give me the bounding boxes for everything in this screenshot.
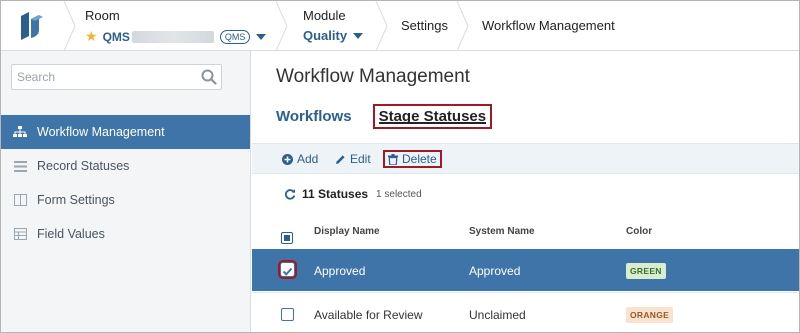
row-checkbox[interactable] — [281, 308, 294, 321]
sidebar-nav: Workflow Management Record Statuses Form… — [1, 115, 250, 251]
room-selector[interactable]: Room ★ QMS QMS — [85, 8, 267, 45]
column-display-name[interactable]: Display Name — [314, 226, 380, 237]
chevron-down-icon[interactable] — [353, 32, 364, 39]
breadcrumb-separator — [63, 1, 76, 51]
sidebar-item-form-settings[interactable]: Form Settings — [1, 183, 250, 217]
module-label: Module — [303, 8, 346, 23]
sidebar-item-label: Workflow Management — [37, 125, 165, 139]
cell-display-name: Approved — [314, 264, 366, 278]
module-name: Quality — [303, 28, 348, 43]
search-icon[interactable] — [201, 69, 217, 85]
breadcrumb-current: Workflow Management — [482, 18, 615, 33]
breadcrumb-separator — [375, 1, 388, 51]
app-window: Room ★ QMS QMS Module Quality Settings W… — [0, 0, 800, 333]
toolbar: Add Edit Delete — [252, 143, 799, 174]
table-icon — [13, 227, 27, 241]
table-header: Display Name System Name Color — [252, 219, 799, 249]
cell-system-name: Approved — [469, 264, 521, 278]
room-label: Room — [85, 8, 120, 23]
tab-bar: Workflows Stage Statuses — [276, 104, 493, 129]
sidebar: Workflow Management Record Statuses Form… — [1, 51, 251, 332]
column-color[interactable]: Color — [626, 226, 652, 237]
chevron-down-icon[interactable] — [256, 33, 267, 40]
table-row[interactable]: Available for Review Unclaimed ORANGE — [252, 292, 799, 332]
sidebar-item-record-statuses[interactable]: Record Statuses — [1, 149, 250, 183]
pencil-icon — [336, 154, 345, 164]
room-name: QMS — [102, 29, 130, 44]
delete-button[interactable]: Delete — [383, 150, 442, 168]
refresh-icon[interactable] — [284, 188, 296, 200]
checkmark-icon — [282, 267, 293, 276]
add-label: Add — [297, 152, 319, 166]
cell-system-name: Unclaimed — [469, 308, 526, 322]
tab-workflows[interactable]: Workflows — [276, 108, 352, 125]
favorite-star-icon[interactable]: ★ — [85, 28, 98, 45]
add-button[interactable]: Add — [282, 152, 318, 166]
sidebar-item-field-values[interactable]: Field Values — [1, 217, 250, 251]
module-selector[interactable]: Module Quality — [303, 8, 364, 43]
cell-display-name: Available for Review — [314, 308, 423, 322]
column-system-name[interactable]: System Name — [469, 226, 535, 237]
table-row[interactable]: Approved Approved GREEN — [252, 249, 799, 291]
edit-label: Edit — [350, 152, 371, 166]
sidebar-item-label: Record Statuses — [37, 159, 130, 173]
redacted-room-name — [131, 30, 214, 43]
search-input[interactable] — [12, 65, 192, 89]
delete-label: Delete — [402, 152, 437, 166]
room-type-pill: QMS — [219, 29, 251, 44]
plus-circle-icon — [282, 153, 293, 165]
app-logo[interactable] — [17, 10, 47, 42]
main-content: Workflow Management Workflows Stage Stat… — [252, 51, 799, 332]
top-bar: Room ★ QMS QMS Module Quality Settings W… — [1, 1, 799, 51]
tab-stage-statuses[interactable]: Stage Statuses — [372, 104, 493, 129]
breadcrumb-separator — [456, 1, 469, 51]
edit-button[interactable]: Edit — [335, 152, 371, 166]
selected-count: 1 selected — [376, 188, 422, 200]
select-all-checkbox[interactable] — [281, 232, 293, 244]
sidebar-item-label: Field Values — [37, 227, 105, 241]
sidebar-item-label: Form Settings — [37, 193, 115, 207]
status-count: 11 Statuses — [302, 187, 369, 201]
trash-icon — [388, 153, 398, 165]
color-badge: ORANGE — [626, 307, 674, 323]
status-summary: 11 Statuses 1 selected — [284, 187, 422, 201]
breadcrumb-separator — [275, 1, 288, 51]
color-badge: GREEN — [626, 263, 666, 279]
row-checkbox[interactable] — [278, 260, 297, 279]
page-title: Workflow Management — [276, 66, 470, 87]
list-icon — [13, 159, 27, 173]
search-box — [11, 64, 222, 90]
breadcrumb-settings[interactable]: Settings — [401, 18, 448, 33]
columns-icon — [13, 193, 27, 207]
sidebar-item-workflow-management[interactable]: Workflow Management — [1, 115, 250, 149]
sitemap-icon — [13, 125, 27, 139]
